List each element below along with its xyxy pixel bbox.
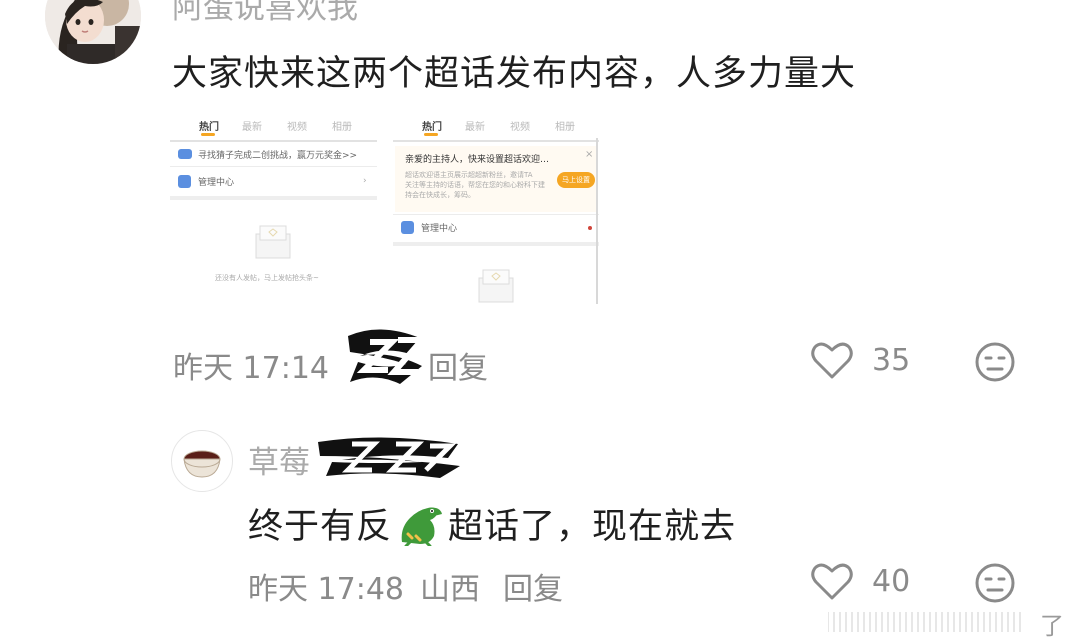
- bowl-icon: [183, 450, 221, 478]
- crocodile-icon: [401, 507, 443, 548]
- activity-tag-icon: [178, 149, 192, 159]
- dislike-face-icon[interactable]: [974, 341, 1016, 383]
- redacted-scribble: [318, 437, 460, 478]
- comment-text: 大家快来这两个超话发布内容，人多力量大: [172, 54, 857, 94]
- tab-hot: 热门: [199, 122, 219, 133]
- chevron-right-icon: ›: [363, 176, 367, 186]
- redacted-scribble: [348, 329, 429, 384]
- like-count: 35: [872, 343, 911, 378]
- watermark-text: 了: [1040, 612, 1064, 640]
- attached-image-right[interactable]: 热门 最新 视频 相册 亲爱的主持人，快来设置超话欢迎… × 超话欢迎语主页展示…: [393, 108, 599, 304]
- tab-album: 相册: [555, 122, 575, 133]
- avatar-couple-icon: [45, 0, 141, 64]
- tab-video: 视频: [287, 122, 307, 133]
- attached-image-left[interactable]: 热门 最新 视频 相册 寻找猜子完成二创挑战，赢万元奖金>> 管理中心 › 还没…: [170, 108, 377, 308]
- avatar[interactable]: [171, 430, 233, 492]
- tab-album: 相册: [332, 122, 352, 133]
- tab-indicator: [424, 133, 438, 136]
- manage-center-label: 管理中心: [198, 178, 235, 188]
- avatar[interactable]: [45, 0, 141, 64]
- reply-button[interactable]: 回复: [428, 343, 488, 387]
- like-count: 40: [872, 564, 911, 599]
- comment-username[interactable]: 草莓: [248, 437, 310, 482]
- empty-box-icon: [478, 269, 514, 303]
- close-icon: ×: [585, 149, 594, 160]
- notice-body: 持会在快成长，筹码。: [405, 191, 475, 199]
- reply-text: 终于有反 超话了，现在就去: [248, 498, 736, 549]
- dislike-face-icon[interactable]: [974, 562, 1016, 604]
- reply-text-after: 超话了，现在就去: [448, 507, 737, 547]
- notice-body: 超话欢迎语主页展示超超新粉丝，邀请TA: [405, 171, 533, 179]
- host-notice-card: 亲爱的主持人，快来设置超话欢迎… × 超话欢迎语主页展示超超新粉丝，邀请TA 关…: [395, 146, 596, 212]
- comment-time: 昨天 17:14: [173, 351, 329, 386]
- reply-text-before: 终于有反: [248, 507, 393, 547]
- heart-icon[interactable]: [810, 562, 854, 602]
- comment-username[interactable]: 阿蛋说喜欢我: [172, 0, 358, 27]
- tab-latest: 最新: [242, 122, 262, 133]
- watermark-stripes-icon: [828, 612, 1021, 632]
- notice-set-button: 马上设置: [557, 172, 595, 188]
- watermark: 了: [820, 604, 1073, 641]
- heart-icon[interactable]: [810, 341, 854, 381]
- notice-body: 关注等主持的话语，帮您在您的和心粉科下建: [405, 181, 545, 189]
- empty-box-icon: [255, 225, 291, 259]
- manage-gear-icon: [401, 221, 414, 234]
- red-dot-icon: [588, 226, 592, 230]
- activity-banner: 寻找猜子完成二创挑战，赢万元奖金>>: [198, 151, 358, 161]
- tab-hot: 热门: [422, 122, 442, 133]
- tab-indicator: [201, 133, 215, 136]
- tab-latest: 最新: [465, 122, 485, 133]
- comment-time: 昨天 17:48: [248, 572, 404, 607]
- manage-gear-icon: [178, 175, 191, 188]
- comment-location: 山西: [420, 572, 480, 607]
- notice-title: 亲爱的主持人，快来设置超话欢迎…: [405, 155, 550, 165]
- reply-button[interactable]: 回复: [503, 564, 563, 608]
- tab-video: 视频: [510, 122, 530, 133]
- empty-state-text: 还没有人发帖，马上发帖抢头条~: [215, 274, 319, 282]
- manage-center-label: 管理中心: [421, 224, 458, 234]
